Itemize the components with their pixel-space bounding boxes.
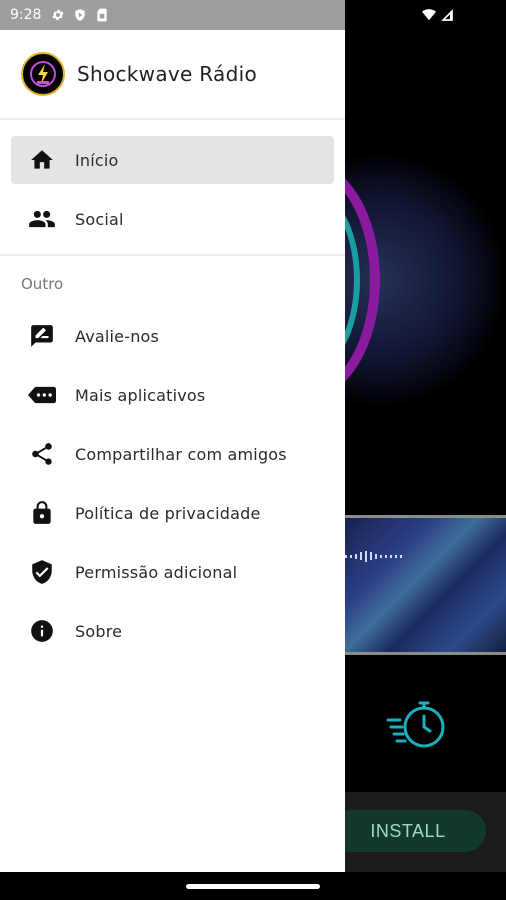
verified-shield-icon — [28, 558, 56, 586]
menu-item-label: Política de privacidade — [75, 503, 261, 523]
share-icon — [28, 440, 56, 468]
menu-item-sobre[interactable]: Sobre — [11, 607, 334, 655]
system-navigation-bar — [0, 872, 506, 900]
more-apps-icon — [28, 381, 56, 409]
menu-item-label: Compartilhar com amigos — [75, 444, 287, 464]
sleep-timer-icon[interactable] — [386, 698, 450, 752]
lock-icon — [28, 499, 56, 527]
menu-item-label: Avalie-nos — [75, 326, 160, 346]
status-bar-right — [345, 0, 506, 30]
menu-item-avalie-nos[interactable]: Avalie-nos — [11, 312, 334, 360]
people-icon — [28, 205, 56, 233]
menu-item-label: Permissão adicional — [75, 562, 238, 582]
menu-item-social[interactable]: Social — [11, 195, 334, 243]
install-button[interactable]: INSTALL — [330, 810, 486, 852]
menu-item-label: Sobre — [75, 621, 123, 641]
info-icon — [28, 617, 56, 645]
menu-item-politica-privacidade[interactable]: Política de privacidade — [11, 489, 334, 537]
navigation-drawer: Shockwave Rádio Início Social Outro Aval… — [0, 30, 345, 872]
menu-item-permissao-adicional[interactable]: Permissão adicional — [11, 548, 334, 596]
other-menu: Avalie-nos Mais aplicativos Compartilhar… — [0, 312, 345, 655]
main-menu: Início Social — [0, 120, 345, 243]
home-icon — [28, 146, 56, 174]
signal-icon — [440, 8, 454, 22]
menu-item-label: Início — [75, 150, 119, 170]
sim-card-icon — [95, 8, 109, 22]
play-protect-icon — [73, 8, 87, 22]
section-title: Outro — [21, 275, 64, 293]
app-logo — [21, 52, 65, 96]
album-art-strip — [345, 515, 506, 655]
menu-item-inicio[interactable]: Início — [11, 136, 334, 184]
menu-item-label: Mais aplicativos — [75, 385, 206, 405]
app-title: Shockwave Rádio — [77, 62, 257, 86]
rate-review-icon — [28, 322, 56, 350]
status-bar-left: 9:28 — [0, 0, 345, 30]
drawer-header: Shockwave Rádio — [0, 30, 345, 118]
audio-wave — [345, 550, 402, 562]
wifi-icon — [422, 8, 436, 22]
status-bar: 9:28 — [0, 0, 506, 30]
menu-item-mais-aplicativos[interactable]: Mais aplicativos — [11, 371, 334, 419]
settings-icon — [51, 8, 65, 22]
menu-item-compartilhar[interactable]: Compartilhar com amigos — [11, 430, 334, 478]
status-time: 9:28 — [10, 7, 42, 23]
menu-item-label: Social — [75, 209, 124, 229]
home-gesture-handle[interactable] — [186, 884, 320, 889]
